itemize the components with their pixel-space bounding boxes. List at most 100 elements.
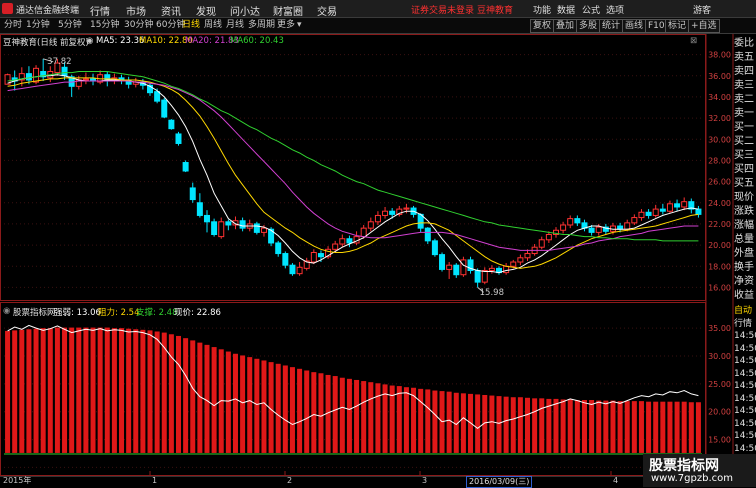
indicator-bar <box>147 330 153 453</box>
tick-side-panel: 自动 行情 14:50 14:50 14:50 14:50 14:50 14:5… <box>734 305 756 455</box>
candle-body <box>282 253 289 266</box>
indicator-price: 现价: 22.86 <box>174 308 221 318</box>
candle-body <box>510 261 517 267</box>
indicator-bar <box>354 379 360 453</box>
cursor-date: 2016/03/09(三) <box>466 476 533 488</box>
candle-body <box>474 269 481 283</box>
indicator-bar <box>211 347 217 453</box>
indicator-bar <box>297 368 303 453</box>
candle-body <box>374 214 381 223</box>
y-tick-label: 24.00 <box>708 199 731 208</box>
indicator-bar <box>688 402 694 453</box>
candle-body <box>538 239 545 248</box>
candle-body <box>211 221 218 236</box>
indicator-resistance: 阻力: 2.54 <box>98 308 140 318</box>
candle-body <box>595 226 602 233</box>
y-tick-label: 18.00 <box>708 262 731 271</box>
indicator-bar <box>133 329 139 453</box>
indicator-bar <box>539 398 545 453</box>
ma-line-ma10 <box>7 77 699 269</box>
side-item: 买四 <box>734 164 754 175</box>
indicator-bar <box>681 401 687 453</box>
candle-body <box>239 220 246 229</box>
indicator-bar <box>26 329 32 453</box>
tick-time: 14:50 <box>734 431 756 441</box>
indicator-bar <box>62 327 68 453</box>
candle-body <box>218 221 225 238</box>
side-item: 总量 <box>734 234 754 245</box>
candle-body <box>317 253 324 258</box>
candle-body <box>524 253 531 259</box>
y-tick-label: 16.00 <box>708 283 731 292</box>
indicator-bar <box>40 328 46 453</box>
y-tick-label: 32.00 <box>708 114 731 123</box>
candlesticks <box>4 58 702 288</box>
indicator-bar <box>446 391 452 453</box>
candle-body <box>168 119 175 130</box>
candle-body <box>695 208 702 215</box>
ma-line-ma60 <box>7 71 699 242</box>
candle-body <box>367 221 374 229</box>
candle-body <box>652 208 659 216</box>
indicator-bar <box>560 399 566 453</box>
indicator-bar <box>667 401 673 453</box>
indicator-bar <box>368 382 374 453</box>
indicator-bar <box>90 327 96 453</box>
indicator-bar <box>311 372 317 453</box>
indicator-bar <box>674 401 680 453</box>
candle-body <box>61 66 68 77</box>
watermark-url: www.7gpzb.com <box>651 473 733 484</box>
indicator-bar <box>638 401 644 453</box>
candle-body <box>488 267 495 271</box>
candle-body <box>253 223 260 233</box>
indicator-bar <box>332 376 338 453</box>
side-item: 收益 <box>734 290 754 301</box>
candle-body <box>503 265 510 274</box>
quote-side-panel: 委比 卖五 卖四 卖三 卖二 卖一 买一 买二 买三 买四 买五 现价 涨跌 涨… <box>734 37 756 303</box>
candle-body <box>431 240 438 256</box>
auto-tab[interactable]: 自动 <box>734 305 756 318</box>
side-item: 卖三 <box>734 80 754 91</box>
indicator-settings-icon[interactable]: ◉ <box>3 306 10 316</box>
candle-body <box>275 242 282 255</box>
candle-body <box>25 73 32 81</box>
tick-time: 14:50 <box>734 406 756 416</box>
candle-body <box>453 264 460 276</box>
candle-body <box>33 67 40 83</box>
indicator-bar <box>54 327 60 453</box>
indicator-bar <box>240 355 246 453</box>
watermark-title: 股票指标网 <box>649 458 719 474</box>
indicator-bar <box>282 365 288 453</box>
tick-time: 14:50 <box>734 393 756 404</box>
candle-body <box>674 203 681 208</box>
candle-body <box>666 203 673 212</box>
y-tick-label: 35.00 <box>708 324 731 333</box>
candle-body <box>574 218 581 224</box>
indicator-bar <box>361 381 367 453</box>
y-tick-label: 26.00 <box>708 178 731 187</box>
low-price-marker: 15.98 <box>479 288 504 299</box>
candle-body <box>659 208 666 212</box>
indicator-bar <box>532 398 538 453</box>
tick-time: 14:50 <box>734 381 756 391</box>
indicator-bar <box>596 400 602 453</box>
y-tick-label: 25.00 <box>708 380 731 389</box>
indicator-bar <box>289 367 295 453</box>
y-tick-label: 15.00 <box>708 436 731 445</box>
candle-body <box>645 211 652 216</box>
indicator-bar <box>140 329 146 453</box>
indicator-bar <box>496 396 502 453</box>
indicator-name: 股票指标网 <box>13 308 56 318</box>
candle-body <box>382 210 389 216</box>
side-item: 外盘 <box>734 248 754 259</box>
side-item: 买二 <box>734 136 754 147</box>
indicator-bar <box>432 390 438 453</box>
indicator-bar <box>247 357 253 453</box>
candle-body <box>389 210 396 215</box>
indicator-bar <box>69 327 75 453</box>
indicator-bar <box>653 401 659 453</box>
indicator-bar <box>47 328 53 453</box>
side-item: 卖四 <box>734 66 754 77</box>
side-item: 卖五 <box>734 52 754 63</box>
indicator-bar <box>489 395 495 453</box>
